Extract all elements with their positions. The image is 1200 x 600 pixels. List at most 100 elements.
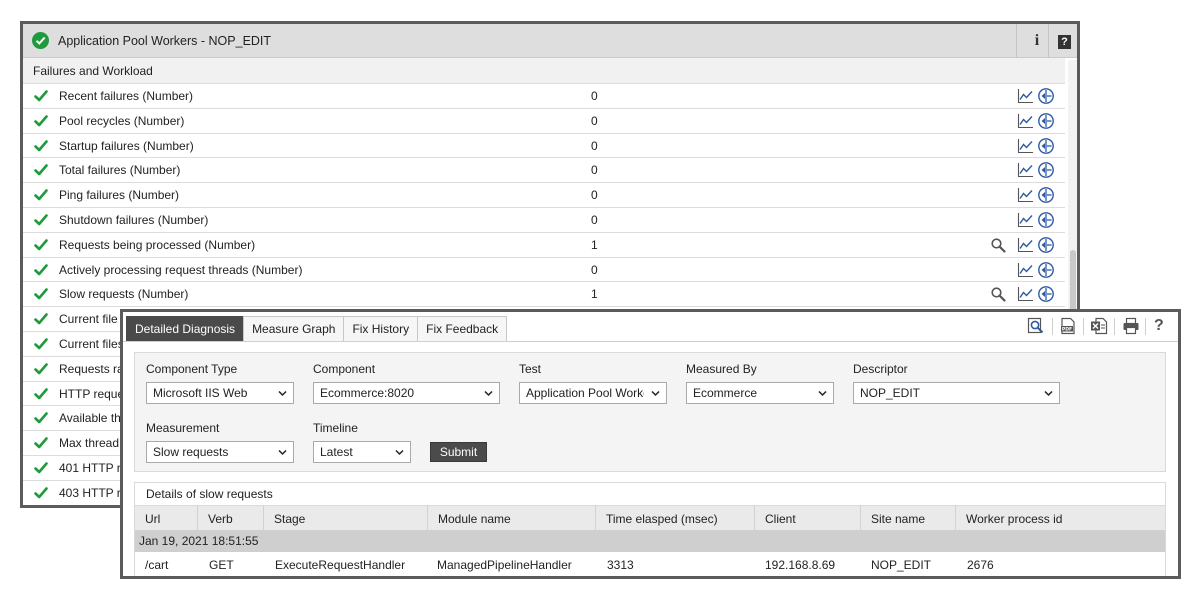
chevron-down-icon bbox=[395, 449, 404, 456]
chevron-down-icon bbox=[484, 390, 493, 397]
history-compare-icon[interactable] bbox=[1037, 261, 1055, 279]
tab-label: Fix Feedback bbox=[426, 322, 499, 336]
tab-label: Detailed Diagnosis bbox=[135, 322, 236, 336]
measure-row[interactable]: Slow requests (Number) 1 bbox=[23, 282, 1065, 308]
column-header-url[interactable]: Url bbox=[135, 506, 197, 531]
column-header-verb[interactable]: Verb bbox=[197, 506, 263, 531]
select-value: Ecommerce bbox=[693, 386, 758, 400]
diagnosis-filter-form: Component Type Microsoft IIS Web Compone… bbox=[134, 352, 1166, 472]
status-ok-icon bbox=[32, 32, 49, 49]
measured-by-select[interactable]: Ecommerce bbox=[686, 382, 834, 404]
measure-graph-icon[interactable] bbox=[1017, 212, 1034, 228]
history-compare-icon[interactable] bbox=[1037, 137, 1055, 155]
measure-row[interactable]: Ping failures (Number) 0 bbox=[23, 183, 1065, 208]
measure-label: Shutdown failures (Number) bbox=[59, 212, 209, 227]
check-icon bbox=[34, 188, 48, 202]
measurement-label: Measurement bbox=[146, 421, 220, 435]
column-header-stage[interactable]: Stage bbox=[263, 506, 427, 531]
history-compare-icon[interactable] bbox=[1037, 186, 1055, 204]
check-icon bbox=[34, 263, 48, 277]
help-icon[interactable]: ? bbox=[1154, 317, 1164, 335]
header-divider bbox=[1048, 24, 1049, 57]
check-icon bbox=[34, 139, 48, 153]
measure-label: Actively processing request threads (Num… bbox=[59, 262, 303, 277]
check-icon bbox=[34, 436, 48, 450]
panel-header: Application Pool Workers - NOP_EDIT i ? bbox=[23, 24, 1077, 58]
chevron-down-icon bbox=[818, 390, 827, 397]
column-header-worker-process-id[interactable]: Worker process id bbox=[955, 506, 1165, 531]
check-icon bbox=[34, 213, 48, 227]
measure-label: Recent failures (Number) bbox=[59, 89, 194, 103]
measure-value: 1 bbox=[591, 237, 598, 252]
component-type-select[interactable]: Microsoft IIS Web bbox=[146, 382, 294, 404]
measure-row[interactable]: Shutdown failures (Number) 0 bbox=[23, 208, 1065, 233]
measure-label: Available th bbox=[59, 411, 121, 426]
print-icon[interactable] bbox=[1122, 317, 1140, 335]
detailed-diagnosis-icon[interactable] bbox=[990, 237, 1006, 253]
tab-fix-history[interactable]: Fix History bbox=[343, 316, 419, 341]
column-header-client[interactable]: Client bbox=[754, 506, 860, 531]
table-row: /cart GET ExecuteRequestHandler ManagedP… bbox=[135, 552, 1165, 576]
svg-text:PDF: PDF bbox=[1062, 327, 1072, 333]
tab-detailed-diagnosis[interactable]: Detailed Diagnosis bbox=[126, 316, 245, 341]
column-header-site-name[interactable]: Site name bbox=[860, 506, 955, 531]
excel-icon[interactable] bbox=[1090, 317, 1108, 335]
select-value: Microsoft IIS Web bbox=[153, 386, 248, 400]
submit-button[interactable]: Submit bbox=[430, 442, 487, 462]
history-compare-icon[interactable] bbox=[1037, 87, 1055, 105]
measure-row[interactable]: Recent failures (Number) 0 bbox=[23, 84, 1065, 109]
measure-label: Requests being processed (Number) bbox=[59, 237, 256, 252]
measure-row[interactable]: Requests being processed (Number) 1 bbox=[23, 233, 1065, 258]
descriptor-label: Descriptor bbox=[853, 362, 908, 376]
measure-graph-icon[interactable] bbox=[1017, 88, 1034, 104]
measure-graph-icon[interactable] bbox=[1017, 237, 1034, 253]
tab-fix-feedback[interactable]: Fix Feedback bbox=[417, 316, 508, 341]
history-compare-icon[interactable] bbox=[1037, 285, 1055, 303]
measure-row[interactable]: Total failures (Number) 0 bbox=[23, 158, 1065, 184]
measure-row[interactable]: Actively processing request threads (Num… bbox=[23, 258, 1065, 283]
measure-label: 401 HTTP r bbox=[59, 460, 121, 475]
measure-label: Total failures (Number) bbox=[59, 163, 181, 178]
select-value: NOP_EDIT bbox=[860, 386, 921, 400]
measure-value: 0 bbox=[591, 163, 598, 178]
cell-worker-process-id: 2676 bbox=[967, 558, 994, 572]
table-header: Url Verb Stage Module name Time elasped … bbox=[135, 505, 1165, 531]
measure-graph-icon[interactable] bbox=[1017, 187, 1034, 203]
history-compare-icon[interactable] bbox=[1037, 112, 1055, 130]
panel-title: Application Pool Workers - NOP_EDIT bbox=[58, 33, 272, 48]
pdf-icon[interactable]: PDF bbox=[1059, 317, 1077, 335]
column-header-time-elapsed[interactable]: Time elasped (msec) bbox=[595, 506, 754, 531]
zoom-report-icon[interactable] bbox=[1027, 317, 1045, 335]
measure-label: Startup failures (Number) bbox=[59, 138, 194, 153]
check-icon bbox=[34, 362, 48, 376]
measure-value: 0 bbox=[591, 188, 598, 203]
measure-graph-icon[interactable] bbox=[1017, 262, 1034, 278]
column-header-module-name[interactable]: Module name bbox=[427, 506, 595, 531]
check-icon bbox=[34, 461, 48, 475]
test-select[interactable]: Application Pool Worker bbox=[519, 382, 667, 404]
measure-label: Current files bbox=[59, 336, 124, 351]
select-value: Latest bbox=[320, 445, 353, 459]
history-compare-icon[interactable] bbox=[1037, 211, 1055, 229]
info-button[interactable]: i bbox=[1027, 31, 1047, 51]
detailed-diagnosis-icon[interactable] bbox=[990, 286, 1006, 302]
tab-label: Measure Graph bbox=[252, 322, 336, 336]
measure-row[interactable]: Startup failures (Number) 0 bbox=[23, 134, 1065, 159]
measure-graph-icon[interactable] bbox=[1017, 138, 1034, 154]
help-button[interactable]: ? bbox=[1058, 35, 1071, 49]
measure-row[interactable]: Pool recycles (Number) 0 bbox=[23, 109, 1065, 134]
descriptor-select[interactable]: NOP_EDIT bbox=[853, 382, 1060, 404]
measure-graph-icon[interactable] bbox=[1017, 286, 1034, 302]
history-compare-icon[interactable] bbox=[1037, 161, 1055, 179]
select-value: Ecommerce:8020 bbox=[320, 386, 415, 400]
component-label: Component bbox=[313, 362, 376, 376]
tab-measure-graph[interactable]: Measure Graph bbox=[243, 316, 345, 341]
component-select[interactable]: Ecommerce:8020 bbox=[313, 382, 500, 404]
measure-graph-icon[interactable] bbox=[1017, 162, 1034, 178]
details-title: Details of slow requests bbox=[146, 487, 273, 501]
history-compare-icon[interactable] bbox=[1037, 236, 1055, 254]
measure-graph-icon[interactable] bbox=[1017, 113, 1034, 129]
measure-value: 1 bbox=[591, 287, 598, 302]
timeline-select[interactable]: Latest bbox=[313, 441, 411, 463]
measurement-select[interactable]: Slow requests bbox=[146, 441, 294, 463]
